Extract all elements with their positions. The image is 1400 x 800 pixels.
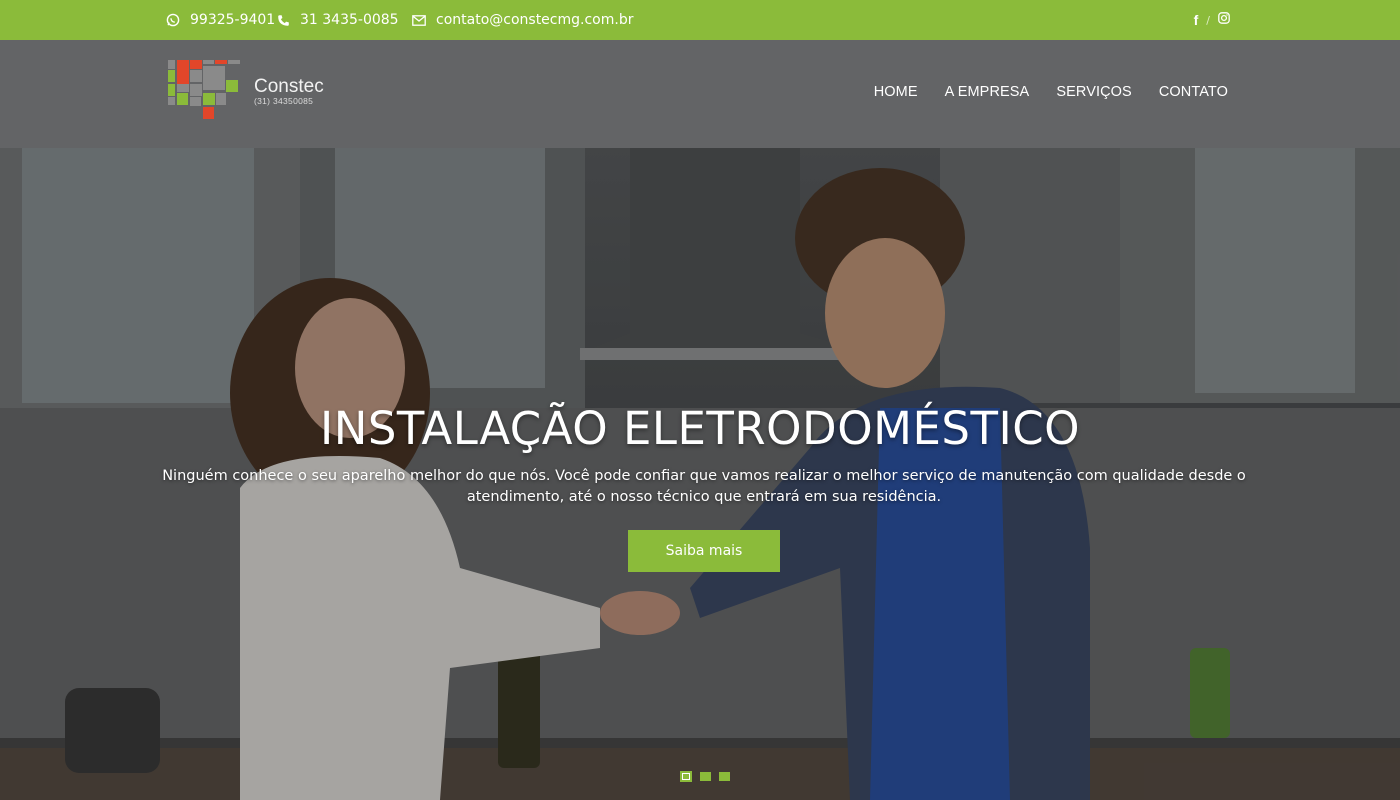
- phone-icon: [276, 13, 290, 27]
- site-header: Constec (31) 34350085 HOME A EMPRESA SER…: [0, 40, 1400, 148]
- hero-title: INSTALAÇÃO ELETRODOMÉSTICO: [319, 402, 1081, 455]
- phone-number: 31 3435-0085: [300, 12, 399, 28]
- whatsapp-icon: [166, 13, 180, 27]
- slider-pagination: [680, 771, 730, 782]
- nav-servicos[interactable]: SERVIÇOS: [1056, 84, 1131, 100]
- instagram-icon[interactable]: [1218, 12, 1230, 28]
- nav-a-empresa[interactable]: A EMPRESA: [945, 84, 1030, 100]
- whatsapp-contact[interactable]: 99325-9401: [166, 0, 275, 40]
- hero-slider: INSTALAÇÃO ELETRODOMÉSTICO Ninguém conhe…: [0, 148, 1400, 800]
- top-contact-bar: 99325-9401 31 3435-0085 contato@constecm…: [0, 0, 1400, 40]
- constec-logo[interactable]: Constec (31) 34350085: [168, 60, 338, 122]
- hero-description: Ninguém conhece o seu aparelho melhor do…: [162, 468, 1246, 505]
- logo-brand-name: Constec: [254, 76, 324, 97]
- slide-dot-3[interactable]: [719, 772, 730, 781]
- nav-contato[interactable]: CONTATO: [1159, 84, 1228, 100]
- saiba-mais-button[interactable]: Saiba mais: [628, 530, 780, 572]
- envelope-icon: [412, 13, 426, 27]
- facebook-icon[interactable]: f: [1194, 12, 1199, 28]
- main-nav: HOME A EMPRESA SERVIÇOS CONTATO: [874, 40, 1228, 143]
- social-separator: /: [1206, 13, 1210, 27]
- logo-phone: (31) 34350085: [254, 96, 314, 106]
- slide-dot-1[interactable]: [680, 771, 692, 782]
- email-address: contato@constecmg.com.br: [436, 12, 634, 28]
- logo-mosaic-icon: [168, 60, 252, 122]
- phone-contact[interactable]: 31 3435-0085: [276, 0, 399, 40]
- whatsapp-number: 99325-9401: [190, 12, 276, 28]
- slide-dot-2[interactable]: [700, 772, 711, 781]
- email-contact[interactable]: contato@constecmg.com.br: [412, 0, 633, 40]
- nav-home[interactable]: HOME: [874, 84, 918, 100]
- social-links: f /: [1194, 0, 1230, 40]
